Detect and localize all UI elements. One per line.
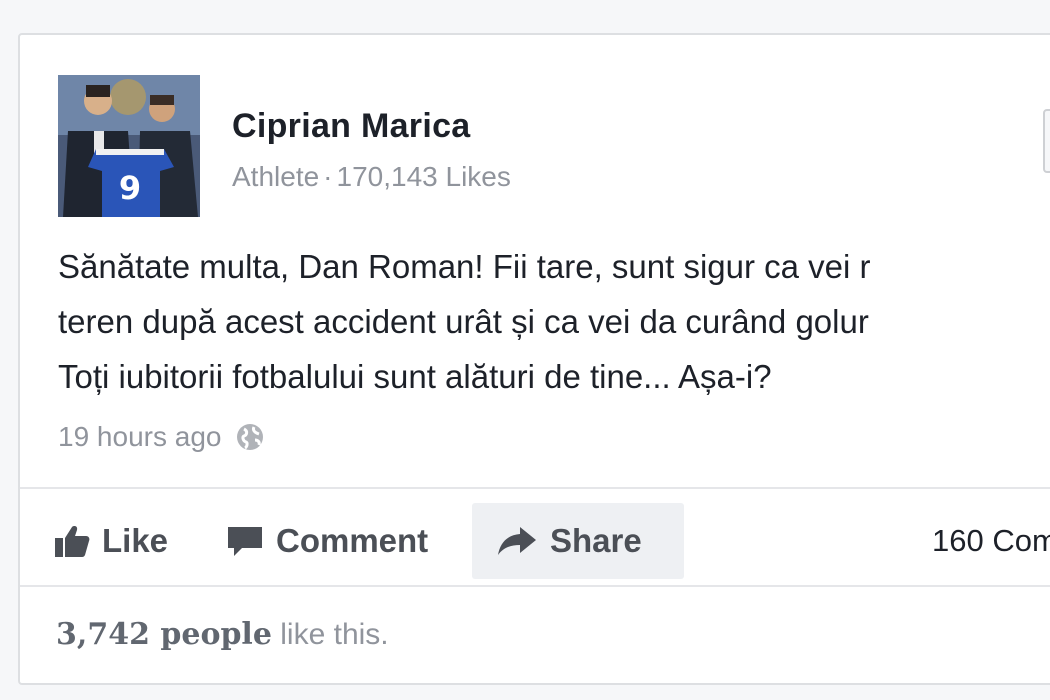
post-header: 9 Ciprian Marica Athlete · 170,143 Likes xyxy=(58,75,1050,219)
page: 9 Ciprian Marica Athlete · 170,143 Likes S… xyxy=(0,0,1050,700)
post-card: 9 Ciprian Marica Athlete · 170,143 Likes S… xyxy=(18,33,1050,685)
page-meta: Athlete · 170,143 Likes xyxy=(232,161,511,193)
like-button[interactable]: Like xyxy=(54,503,168,579)
avatar-shirt-number: 9 xyxy=(119,169,141,207)
like-label: Like xyxy=(102,522,169,559)
action-bar: Like Comment Share 160 Com xyxy=(20,501,1050,583)
avatar-photo: 9 xyxy=(58,75,200,217)
meta-separator: · xyxy=(323,161,333,192)
thumbs-up-icon xyxy=(55,526,90,557)
page-like-button[interactable] xyxy=(1043,109,1050,173)
divider xyxy=(20,487,1050,489)
likes-suffix: like this. xyxy=(271,618,389,651)
share-label: Share xyxy=(550,522,642,559)
avatar[interactable]: 9 xyxy=(58,75,200,217)
likes-count[interactable]: 3,742 people xyxy=(56,617,272,652)
comment-icon xyxy=(228,527,262,556)
divider xyxy=(20,585,1050,587)
post-timestamp[interactable]: 19 hours ago xyxy=(58,421,221,453)
globe-icon xyxy=(237,424,264,450)
post-text: Sănătate multa, Dan Roman! Fii tare, sun… xyxy=(58,248,871,395)
page-likes-count[interactable]: 170,143 Likes xyxy=(337,161,511,192)
post-timestamp-row: 19 hours ago xyxy=(58,421,265,453)
comment-count[interactable]: 160 Com xyxy=(932,503,1050,579)
comment-button[interactable]: Comment xyxy=(226,503,428,579)
likes-summary: 3,742 people like this. xyxy=(56,617,389,652)
page-category: Athlete xyxy=(232,161,320,192)
share-button[interactable]: Share xyxy=(472,503,684,579)
page-name[interactable]: Ciprian Marica xyxy=(232,107,471,146)
comment-label: Comment xyxy=(276,522,429,559)
share-arrow-icon xyxy=(498,527,536,555)
